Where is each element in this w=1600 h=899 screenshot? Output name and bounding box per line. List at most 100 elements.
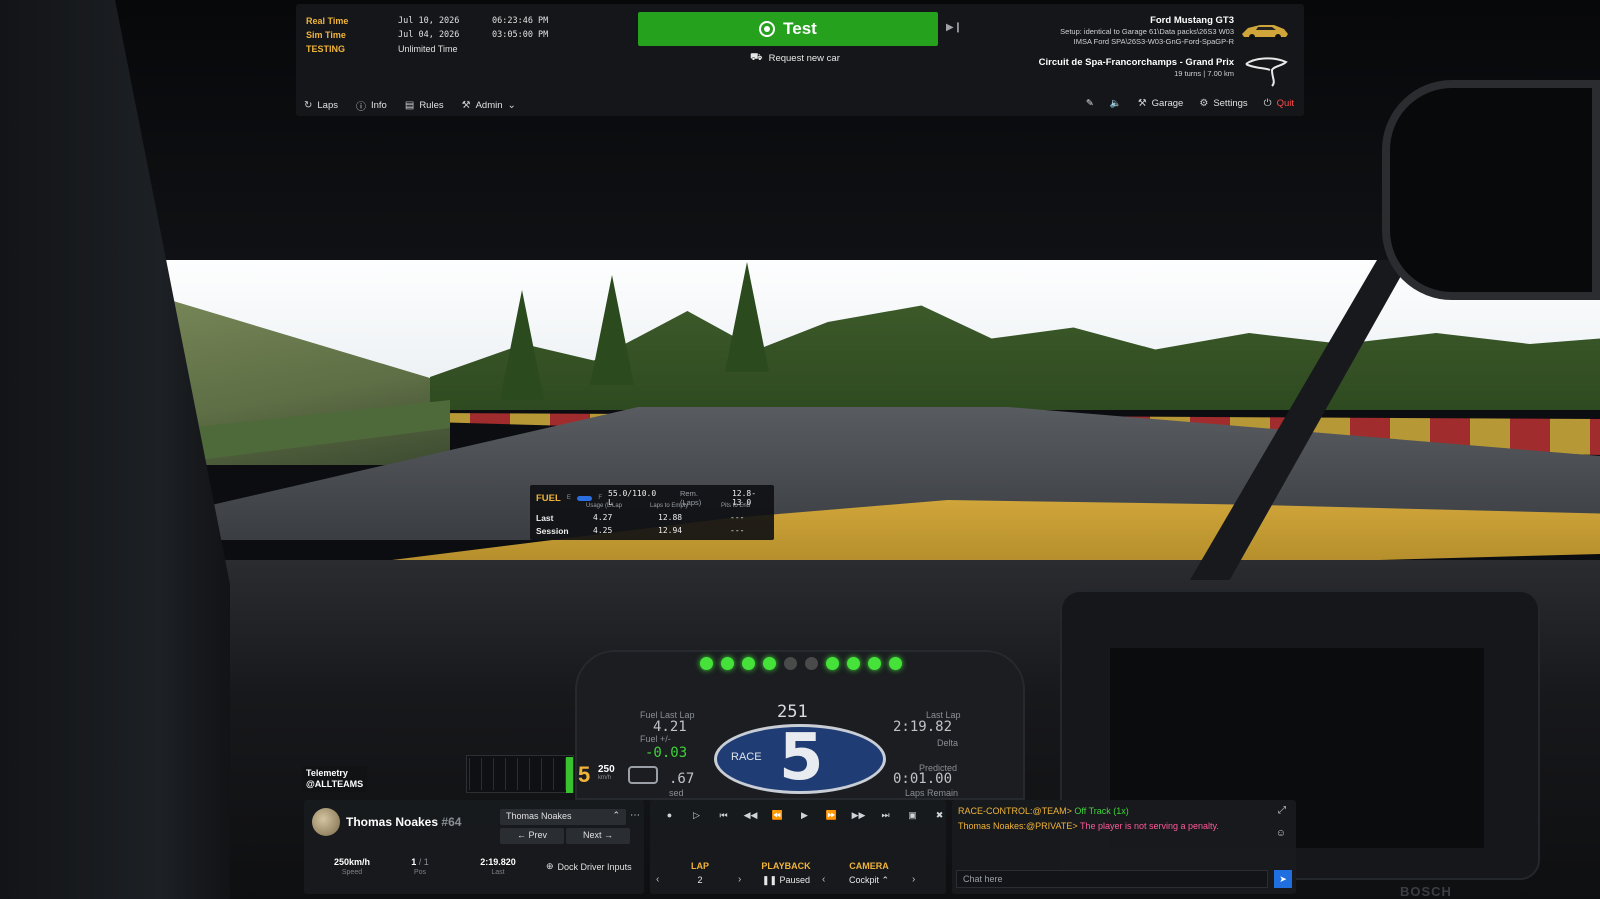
driver-name: Thomas Noakes #64	[346, 815, 462, 829]
next-icon[interactable]: ▶▶	[845, 810, 872, 826]
dash-partial-label: sed	[669, 788, 684, 798]
chat-input[interactable]	[956, 870, 1268, 888]
tree	[590, 275, 634, 385]
car-setup-line: Setup: identical to Garage 61\Data packs…	[1060, 27, 1234, 36]
playback-status[interactable]: PLAYBACK ❚❚ Paused	[754, 861, 818, 886]
dash-rpm: 251	[777, 702, 808, 722]
skip-icon[interactable]: ▶❙	[946, 22, 962, 33]
tree	[500, 290, 544, 400]
menu-info[interactable]: ⓘ Info	[356, 98, 387, 113]
send-icon: ➤	[1279, 873, 1287, 884]
fuel-row-pits: ---	[730, 513, 745, 522]
driver-panel: Thomas Noakes #64 Thomas Noakes ⌃ ⋯ ← Pr…	[304, 800, 644, 894]
rewind-icon[interactable]: ⏪	[764, 810, 791, 826]
car-thumbnail	[1242, 25, 1288, 40]
fuel-row-usage: 4.25	[593, 526, 613, 535]
fast-forward-icon[interactable]: ⏩	[818, 810, 845, 826]
laps-icon: ↻	[304, 100, 313, 111]
lap-next-icon[interactable]: ›	[738, 874, 741, 885]
pencil-icon[interactable]: ✎	[1086, 98, 1094, 109]
dock-driver-inputs-button[interactable]: ⊕ Dock Driver Inputs	[546, 861, 632, 872]
dash-mode: RACE	[731, 751, 762, 763]
avatar	[312, 808, 340, 836]
shift-light	[700, 657, 713, 670]
menu-quit[interactable]: ⏻ Quit	[1264, 98, 1294, 109]
shift-light	[868, 657, 881, 670]
fuel-title: FUEL	[536, 492, 561, 504]
sim-time-clock: 03:05:00 PM	[492, 30, 549, 40]
camera-next-icon[interactable]: ›	[912, 874, 915, 885]
gear-icon: ⚙	[1199, 98, 1209, 109]
tools-icon[interactable]: ✖	[926, 810, 953, 826]
lap-prev-icon[interactable]: ‹	[656, 874, 659, 885]
wrench-icon: ⚒	[1137, 98, 1147, 109]
chevron-down-icon: ⌄	[507, 100, 516, 111]
car-icon: ⛟	[750, 52, 763, 63]
previous-icon[interactable]: ◀◀	[737, 810, 764, 826]
speaker-icon[interactable]: 🔈	[1110, 98, 1122, 109]
menu-laps[interactable]: ↻ Laps	[304, 98, 338, 113]
real-time-date: Jul 10, 2026	[398, 16, 460, 26]
shift-light	[742, 657, 755, 670]
session-mode-label: TESTING	[306, 44, 346, 54]
track-map-icon	[1245, 57, 1288, 87]
prev-driver-button[interactable]: ← Prev	[500, 828, 564, 844]
test-button[interactable]: Test	[638, 12, 938, 46]
fuel-widget: FUEL E F 55.0/110.0 L Rem. (Laps) 12.8-1…	[530, 485, 774, 540]
input-speed: 250 km/h	[598, 764, 615, 781]
throttle-bar	[566, 757, 573, 793]
send-button[interactable]: ➤	[1274, 870, 1292, 888]
real-time-label: Real Time	[306, 16, 349, 26]
more-icon[interactable]: ⋯	[630, 810, 640, 821]
wrench-icon: ⚒	[461, 100, 471, 111]
shift-light	[763, 657, 776, 670]
session-info: Real Time Jul 10, 2026 06:23:46 PM Sim T…	[306, 14, 548, 56]
fuel-col-pits: Pits to End	[721, 503, 751, 509]
shift-light	[784, 657, 797, 670]
dash-delta-label: Delta	[937, 738, 959, 748]
last-lap-stat: 2:19.820 Last	[480, 857, 516, 876]
camera-control[interactable]: CAMERA Cockpit ⌃	[834, 861, 904, 886]
chat-message: Thomas Noakes:@PRIVATE> The player is no…	[958, 821, 1219, 831]
dash-gear-display: RACE 5	[714, 721, 886, 795]
fuel-row-laps: 12.88	[658, 513, 683, 522]
play-icon[interactable]: ▶	[791, 810, 818, 826]
skip-start-icon[interactable]: ⏮	[710, 810, 737, 826]
fuel-row-label: Session	[536, 526, 569, 536]
menu-garage[interactable]: ⚒ Garage	[1138, 98, 1184, 109]
camera-icon[interactable]: ▣	[899, 810, 926, 826]
users-icon[interactable]: ☺	[1276, 828, 1286, 839]
driver-number: #64	[441, 815, 462, 829]
skip-end-icon[interactable]: ⏭	[872, 810, 899, 826]
menu-rules[interactable]: ▤ Rules	[405, 98, 444, 113]
dash-last-lap: 2:19.82	[893, 719, 953, 735]
chevron-up-icon: ⌃	[612, 810, 620, 820]
camera-prev-icon[interactable]: ‹	[822, 874, 825, 885]
telemetry-badge[interactable]: Telemetry @ALLTEAMS	[302, 766, 368, 792]
record-icon[interactable]: ●	[656, 810, 683, 826]
steering-wheel-icon	[628, 766, 658, 784]
track-length: 7.00 km	[1207, 69, 1234, 78]
menu-admin[interactable]: ⚒ Admin ⌄	[462, 98, 516, 113]
menu-settings[interactable]: ⚙ Settings	[1199, 98, 1247, 109]
power-icon: ⏻	[1263, 98, 1272, 109]
tree	[725, 262, 769, 372]
fuel-row-laps: 12.94	[658, 526, 683, 535]
test-button-label: Test	[783, 19, 817, 38]
next-driver-button[interactable]: Next →	[566, 828, 630, 844]
driver-select[interactable]: Thomas Noakes ⌃	[500, 809, 626, 825]
expand-icon[interactable]: ⤢	[1278, 805, 1286, 816]
step-forward-icon[interactable]: ▷	[683, 810, 710, 826]
playback-panel: ● ▷ ⏮ ◀◀ ⏪ ▶ ⏩ ▶▶ ⏭ ▣ ✖ ‹ LAP 2 › PLAYBA…	[650, 800, 946, 894]
request-new-car-button[interactable]: ⛟ Request new car	[750, 52, 840, 65]
car-info: Ford Mustang GT3 Setup: identical to Gar…	[1060, 15, 1234, 47]
input-gear: 5	[578, 762, 591, 787]
chat-panel: RACE-CONTROL:@TEAM> Off Track (1x) Thoma…	[952, 800, 1296, 894]
dash-predicted: 0:01.00	[893, 771, 953, 787]
shift-light	[721, 657, 734, 670]
position-stat: 1 / 1 Pos	[411, 857, 429, 876]
telemetry-scope: @ALLTEAMS	[306, 779, 364, 789]
bosch-logo: BOSCH	[1400, 884, 1452, 899]
dash-fuel-delta-label: Fuel +/-	[640, 734, 671, 744]
track-turns: 19 turns	[1174, 69, 1202, 78]
